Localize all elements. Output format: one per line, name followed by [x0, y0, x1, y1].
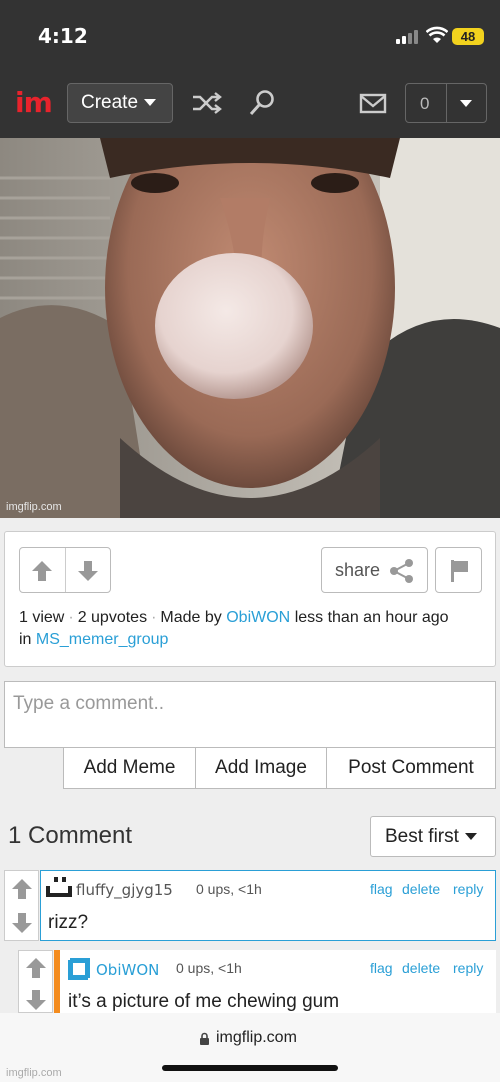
- comment-username[interactable]: ObiWON: [96, 961, 159, 979]
- add-meme-button[interactable]: Add Meme: [63, 747, 196, 789]
- group-link[interactable]: MS_memer_group: [36, 631, 169, 648]
- post-meta: 1 view · 2 upvotes · Made by ObiWON less tha…: [19, 607, 489, 651]
- logo-text: im: [15, 86, 53, 119]
- comment-vote-buttons: [18, 950, 53, 1013]
- flag-button[interactable]: [435, 547, 482, 593]
- reply-link[interactable]: reply: [453, 881, 483, 897]
- chevron-down-icon: [460, 100, 472, 107]
- share-button[interactable]: share: [321, 547, 428, 593]
- mail-icon[interactable]: [357, 89, 389, 117]
- post-time: less than an hour ago: [294, 609, 449, 626]
- upvote-icon[interactable]: [31, 560, 53, 582]
- home-indicator[interactable]: [162, 1065, 338, 1071]
- battery-indicator: 48: [452, 28, 484, 45]
- sort-dropdown[interactable]: Best first: [370, 816, 496, 857]
- author-link[interactable]: ObiWON: [226, 609, 290, 626]
- status-time: 4:12: [38, 24, 88, 48]
- screen: 4:12 48 im Create 0 imgflip.com share 1 …: [0, 0, 500, 1082]
- delete-link[interactable]: delete: [402, 960, 440, 976]
- comment-input[interactable]: [5, 682, 495, 747]
- downvote-icon[interactable]: [25, 989, 47, 1011]
- share-label: share: [335, 560, 381, 580]
- sort-label: Best first: [385, 826, 459, 847]
- divider: [446, 84, 447, 122]
- comments-count: 1 Comment: [8, 822, 133, 849]
- share-icon: [390, 559, 413, 583]
- chevron-down-icon: [144, 99, 157, 107]
- delete-link[interactable]: delete: [402, 881, 440, 897]
- browser-url-bar[interactable]: [0, 1013, 500, 1082]
- search-icon[interactable]: [246, 89, 278, 117]
- comment-meta: 0 ups, <1h: [196, 881, 262, 897]
- url-text[interactable]: imgflip.com: [216, 1029, 297, 1047]
- meme-image[interactable]: [0, 138, 500, 518]
- shuffle-icon[interactable]: [191, 89, 223, 117]
- add-image-button[interactable]: Add Image: [195, 747, 327, 789]
- divider: [65, 548, 66, 592]
- made-by-label: Made by: [160, 609, 222, 626]
- meme-photo: [0, 138, 500, 518]
- comment-item: fluffy_gjyg15 0 ups, <1h flag delete rep…: [40, 870, 496, 941]
- notifications-dropdown[interactable]: 0: [405, 83, 487, 123]
- avatar: [65, 955, 93, 983]
- chevron-down-icon: [464, 833, 477, 841]
- upvote-icon[interactable]: [25, 957, 47, 979]
- lock-icon: [200, 1032, 209, 1045]
- upvote-count: 2 upvotes: [77, 609, 148, 626]
- screenshot-watermark: imgflip.com: [6, 1067, 62, 1079]
- separator-dot: ·: [68, 609, 74, 626]
- create-button[interactable]: Create: [67, 83, 173, 123]
- notifications-count: 0: [420, 94, 430, 113]
- comment-username[interactable]: fluffy_gjyg15: [76, 881, 173, 899]
- view-count: 1 view: [19, 609, 65, 626]
- comment-text: rizz?: [48, 912, 89, 933]
- comment-text: it’s a picture of me chewing gum: [68, 991, 340, 1012]
- flag-link[interactable]: flag: [370, 881, 393, 897]
- upvote-icon[interactable]: [11, 878, 33, 900]
- in-label: in: [19, 631, 32, 648]
- downvote-icon[interactable]: [11, 912, 33, 934]
- status-bar: 4:12 48: [0, 0, 500, 72]
- comment-meta: 0 ups, <1h: [176, 960, 242, 976]
- flag-icon: [451, 560, 468, 582]
- post-info-panel: share 1 view · 2 upvotes · Made by ObiWON le…: [4, 531, 496, 667]
- comment-box: [4, 681, 496, 748]
- flag-link[interactable]: flag: [370, 960, 393, 976]
- imgflip-logo[interactable]: im: [15, 86, 53, 119]
- downvote-icon[interactable]: [77, 560, 99, 582]
- separator-dot: ·: [151, 609, 157, 626]
- comment-vote-buttons: [4, 870, 39, 941]
- avatar: [46, 877, 72, 897]
- image-watermark: imgflip.com: [6, 501, 62, 513]
- vote-buttons: [19, 547, 111, 593]
- comment-item: ObiWON 0 ups, <1h flag delete reply it’s…: [54, 950, 496, 1013]
- wifi-icon: [426, 26, 448, 43]
- signal-icon: [396, 30, 418, 44]
- create-label: Create: [81, 92, 139, 113]
- post-comment-button[interactable]: Post Comment: [326, 747, 496, 789]
- reply-link[interactable]: reply: [453, 960, 483, 976]
